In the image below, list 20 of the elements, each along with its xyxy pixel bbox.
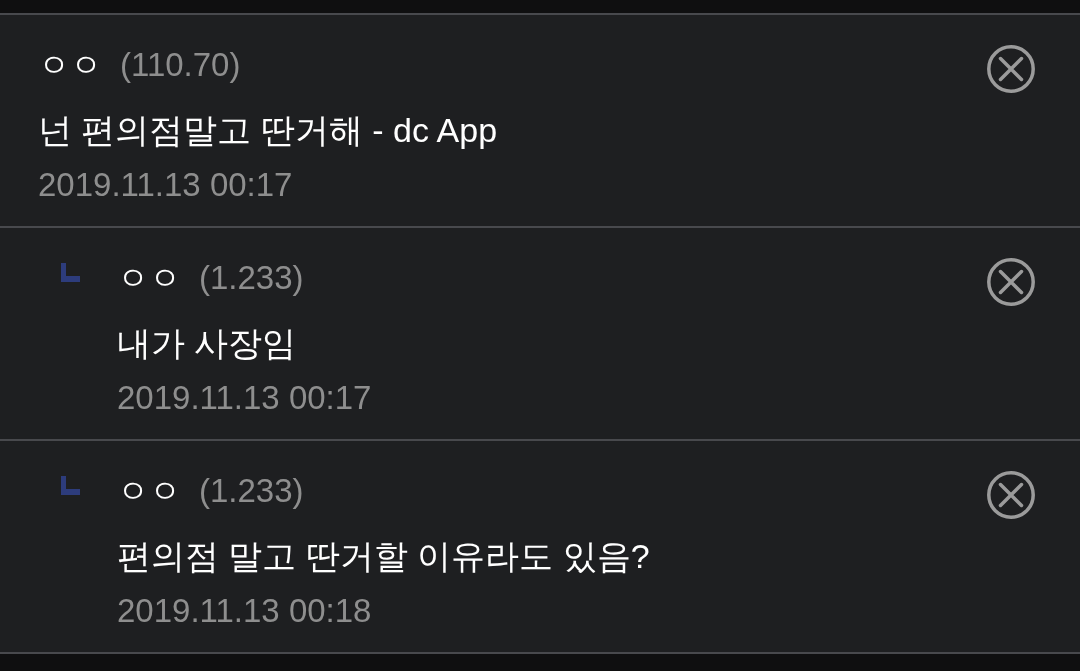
author-name: ㅇㅇ xyxy=(38,46,102,85)
reply-indent-icon xyxy=(61,263,80,282)
ip-label: (110.70) xyxy=(120,45,241,85)
delete-button[interactable] xyxy=(987,471,1035,519)
ip-label: (1.233) xyxy=(199,471,304,511)
author-name: ㅇㅇ xyxy=(117,472,181,511)
author-name: ㅇㅇ xyxy=(117,259,181,298)
circle-x-icon xyxy=(987,471,1035,519)
comment-text: 편의점 말고 딴거할 이유라도 있음? xyxy=(117,537,650,575)
delete-button[interactable] xyxy=(987,258,1035,306)
comment-time: 2019.11.13 00:17 xyxy=(117,379,372,416)
circle-x-icon xyxy=(987,258,1035,306)
comment-time: 2019.11.13 00:18 xyxy=(117,592,372,629)
ip-label: (1.233) xyxy=(199,258,304,298)
comment-text: 내가 사장임 xyxy=(117,324,297,362)
delete-button[interactable] xyxy=(987,45,1035,93)
comment-time: 2019.11.13 00:17 xyxy=(38,166,293,203)
comment-text: 넌 편의점말고 딴거해 - dc App xyxy=(38,111,498,149)
reply-indent-icon xyxy=(61,476,80,495)
circle-x-icon xyxy=(987,45,1035,93)
